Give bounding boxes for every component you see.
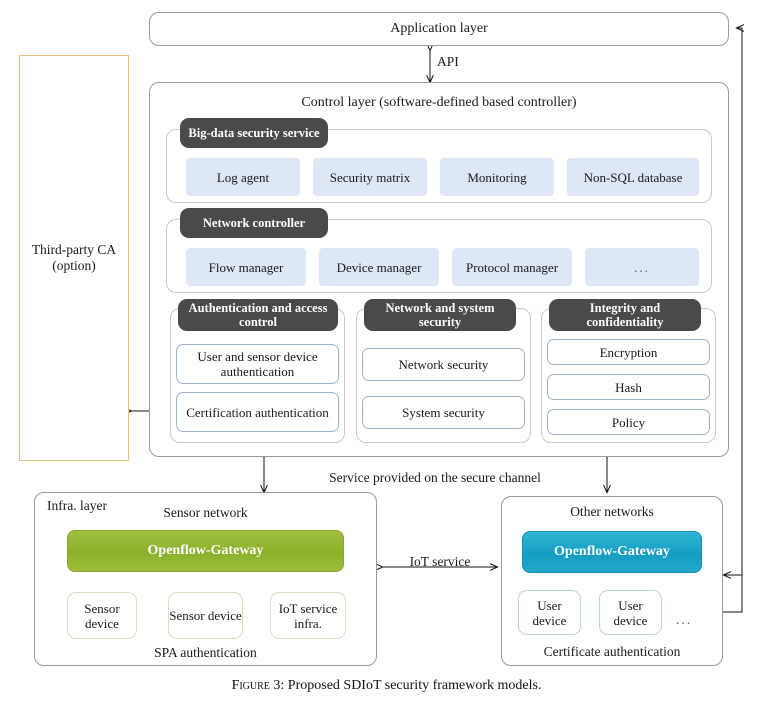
chip-monitoring[interactable]: Monitoring [440, 158, 554, 196]
chip-network-controller-more[interactable]: ... [585, 248, 699, 286]
sensor-network-title: Sensor network [163, 505, 248, 520]
other-networks-title: Other networks [570, 504, 654, 519]
box-user-sensor-device-authentication[interactable]: User and sensor device authentication [176, 344, 339, 384]
box-hash[interactable]: Hash [547, 374, 710, 400]
third-party-ca-line1: Third-party CA [31, 242, 117, 257]
sensor-openflow-gateway[interactable]: Openflow-Gateway [67, 530, 344, 572]
certificate-authentication-label: Certificate authentication [543, 644, 681, 659]
box-encryption[interactable]: Encryption [547, 339, 710, 365]
control-layer-title: Control layer (software-defined based co… [301, 95, 577, 110]
figure-label: Figure 3: [231, 678, 285, 693]
chip-non-sql-database[interactable]: Non-SQL database [567, 158, 699, 196]
box-policy[interactable]: Policy [547, 409, 710, 435]
box-certification-authentication[interactable]: Certification authentication [176, 392, 339, 432]
user-device-1[interactable]: User device [518, 590, 581, 635]
application-layer-title: Application layer [390, 21, 488, 36]
api-label: API [437, 54, 459, 69]
secure-channel-label: Service provided on the secure channel [329, 470, 541, 485]
big-data-security-service-tag: Big-data security service [180, 118, 328, 148]
spa-authentication-label: SPA authentication [154, 645, 257, 660]
iot-service-label: IoT service [409, 554, 471, 569]
sensor-device-1[interactable]: Sensor device [67, 592, 137, 639]
box-network-security[interactable]: Network security [362, 348, 525, 381]
user-device-2[interactable]: User device [599, 590, 662, 635]
third-party-ca-line2: (option) [52, 258, 96, 273]
other-networks-box[interactable] [501, 496, 723, 666]
authentication-access-control-tag: Authentication and access control [178, 299, 338, 331]
chip-device-manager[interactable]: Device manager [319, 248, 439, 286]
figure-caption: Figure 3: Proposed SDIoT security framew… [0, 678, 773, 694]
figure-caption-text: Proposed SDIoT security framework models… [287, 678, 542, 693]
iot-service-infra-device[interactable]: IoT service infra. [270, 592, 346, 639]
chip-protocol-manager[interactable]: Protocol manager [452, 248, 572, 286]
network-controller-tag: Network controller [180, 208, 328, 238]
sensor-device-2[interactable]: Sensor device [168, 592, 243, 639]
integrity-confidentiality-tag: Integrity and confidentiality [549, 299, 701, 331]
chip-flow-manager[interactable]: Flow manager [186, 248, 306, 286]
chip-log-agent[interactable]: Log agent [186, 158, 300, 196]
chip-security-matrix[interactable]: Security matrix [313, 158, 427, 196]
figure-canvas: Application layer API Third-party CA (op… [0, 0, 773, 702]
application-layer-box[interactable]: Application layer [149, 12, 729, 46]
other-networks-ellipsis: ... [676, 612, 693, 627]
other-openflow-gateway[interactable]: Openflow-Gateway [522, 531, 702, 573]
box-system-security[interactable]: System security [362, 396, 525, 429]
network-system-security-tag: Network and system security [364, 299, 516, 331]
third-party-ca-box[interactable]: Third-party CA (option) [19, 55, 129, 461]
